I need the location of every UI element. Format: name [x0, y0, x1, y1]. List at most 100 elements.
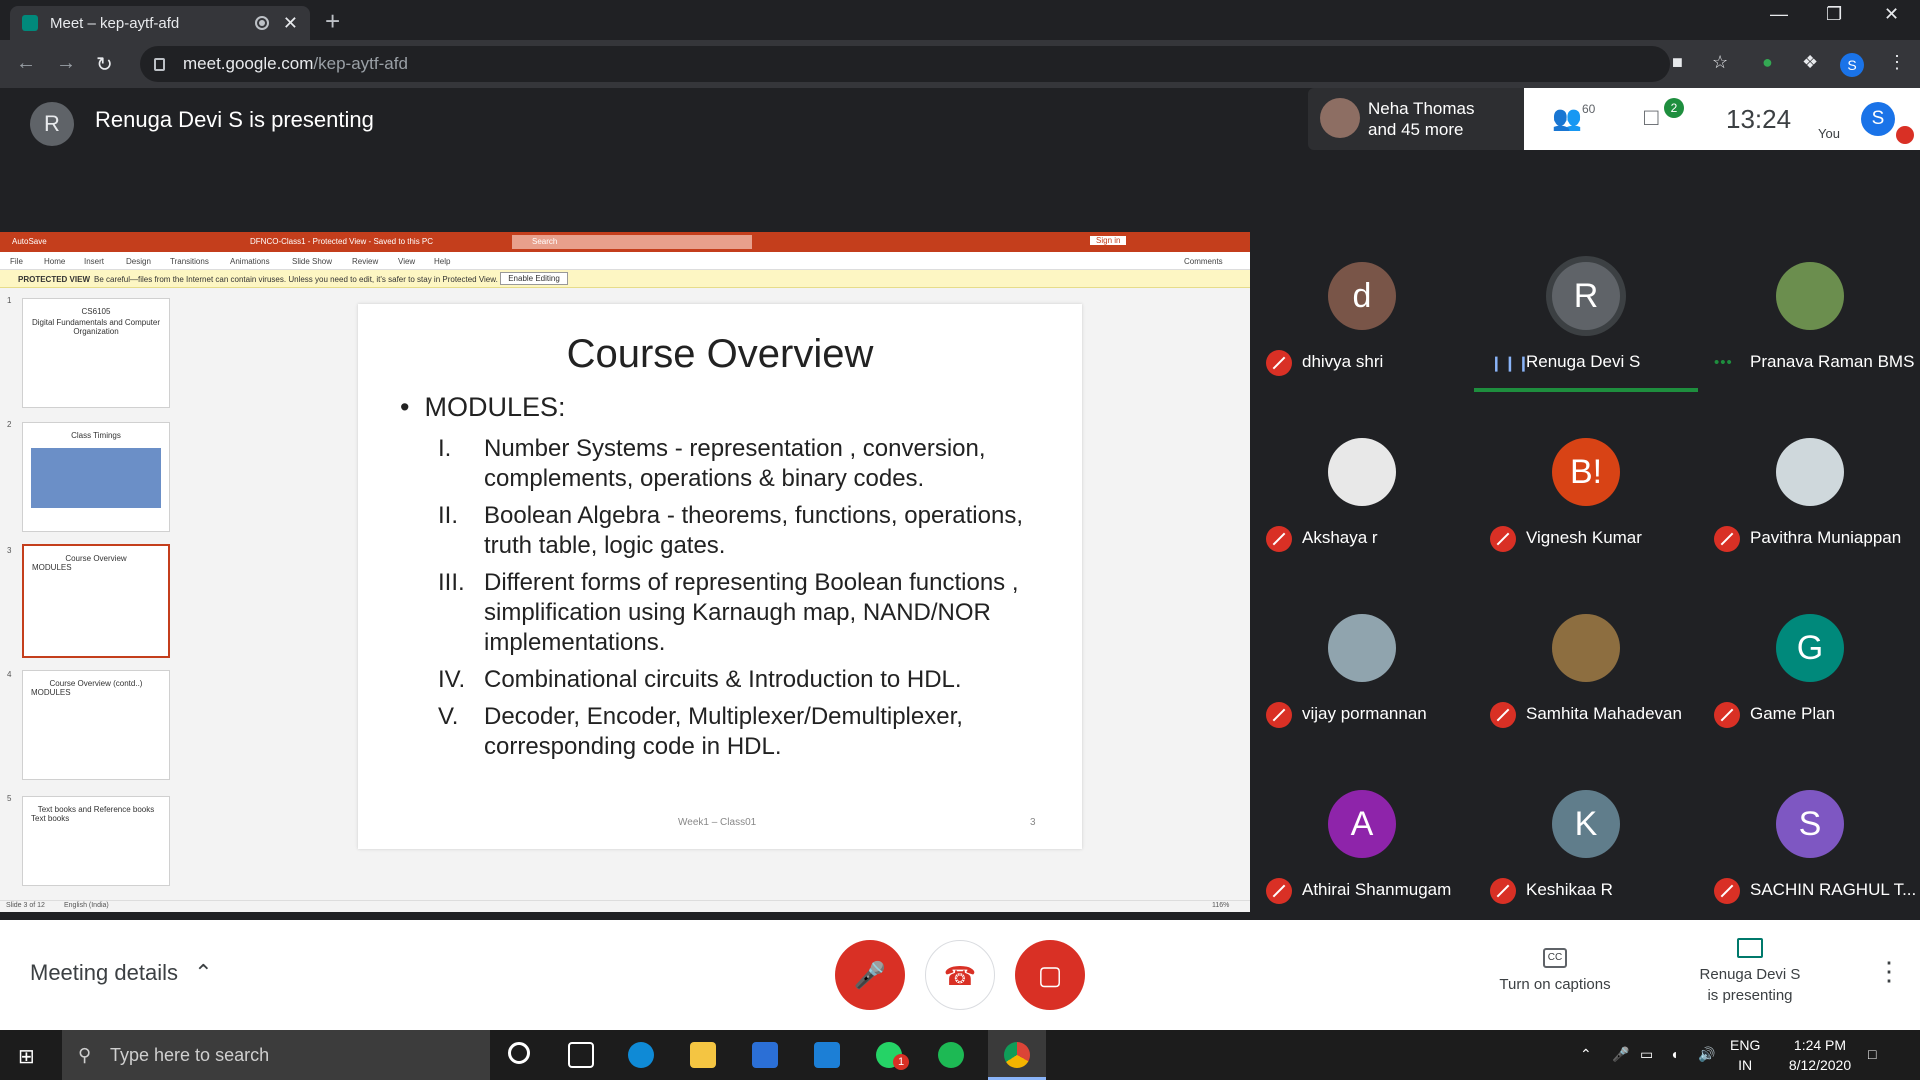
edge-icon[interactable] — [628, 1042, 654, 1068]
participant-tile[interactable]: B! Vignesh Kumar — [1474, 408, 1698, 584]
battery-icon[interactable]: ▭ — [1640, 1044, 1653, 1064]
spotify-icon[interactable] — [938, 1042, 964, 1068]
wifi-icon[interactable]: ◖ — [1670, 1044, 1678, 1064]
participant-name: Pranava Raman BMS — [1750, 352, 1915, 371]
close-window-icon[interactable]: ✕ — [1884, 4, 1899, 25]
participant-tile[interactable]: ••• Pranava Raman BMS — [1698, 232, 1920, 408]
menu-design[interactable]: Design — [126, 257, 151, 266]
participant-avatar — [1552, 614, 1620, 682]
tab-title: Meet – kep-aytf-afd — [50, 14, 180, 32]
leave-call-button[interactable]: ☎ — [925, 940, 995, 1010]
slide-thumb-2[interactable]: Class Timings — [22, 422, 170, 532]
participant-tile[interactable]: K Keshikaa R — [1474, 760, 1698, 936]
chat-icon[interactable]: □ — [1644, 104, 1659, 132]
hangup-icon: ☎ — [943, 961, 977, 991]
self-muted-icon — [1896, 126, 1914, 144]
menu-review[interactable]: Review — [352, 257, 378, 266]
tray-chevron-icon[interactable]: ⌃ — [1580, 1044, 1592, 1064]
extension-icon[interactable]: ● — [1762, 52, 1773, 73]
comments-button[interactable]: Comments — [1184, 257, 1223, 266]
module-item: I. Number Systems - representation , con… — [438, 434, 1038, 494]
captions-button[interactable]: CC Turn on captions — [1480, 948, 1630, 995]
forward-icon[interactable]: → — [56, 52, 76, 75]
self-avatar[interactable]: S — [1861, 102, 1895, 136]
notifications-icon[interactable]: □ — [1868, 1044, 1876, 1064]
taskbar-search[interactable]: ⚲ Type here to search — [62, 1030, 490, 1080]
task-view-icon[interactable] — [568, 1042, 594, 1068]
menu-insert[interactable]: Insert — [84, 257, 104, 266]
muted-mic-icon — [1266, 350, 1292, 376]
participant-tile[interactable]: A Athirai Shanmugam — [1250, 760, 1474, 936]
new-tab-button[interactable]: + — [325, 6, 340, 37]
slide-thumb-5[interactable]: Text books and Reference books Text book… — [22, 796, 170, 886]
thumb-title: Course Overview (contd..) — [49, 679, 143, 688]
menu-home[interactable]: Home — [44, 257, 65, 266]
participant-tile[interactable]: Akshaya r — [1250, 408, 1474, 584]
browser-tab[interactable]: Meet – kep-aytf-afd ✕ — [10, 6, 310, 40]
minimize-icon[interactable]: — — [1770, 4, 1788, 25]
module-item: III. Different forms of representing Bool… — [438, 568, 1038, 658]
back-icon[interactable]: ← — [16, 52, 36, 75]
menu-slideshow[interactable]: Slide Show — [292, 257, 332, 266]
camera-off-button[interactable]: ▢ — [1015, 940, 1085, 1010]
address-bar[interactable]: meet.google.com/kep-aytf-afd — [140, 46, 1670, 82]
participant-tile[interactable]: Pavithra Muniappan — [1698, 408, 1920, 584]
file-explorer-icon[interactable] — [690, 1042, 716, 1068]
participant-avatar: K — [1552, 790, 1620, 858]
slide-thumb-4[interactable]: Course Overview (contd..) MODULES — [22, 670, 170, 780]
reload-icon[interactable]: ↻ — [96, 52, 113, 77]
participant-tile[interactable]: d dhivya shri — [1250, 232, 1474, 408]
browser-menu-icon[interactable]: ⋮ — [1888, 52, 1906, 73]
star-icon[interactable]: ☆ — [1712, 52, 1728, 73]
more-options-icon[interactable]: ⋮ — [1876, 956, 1902, 987]
people-preview[interactable]: Neha Thomas and 45 more — [1308, 88, 1524, 150]
participant-tile[interactable]: G Game Plan — [1698, 584, 1920, 760]
slide-title: Course Overview — [566, 332, 874, 376]
volume-icon[interactable]: 🔊 — [1698, 1044, 1715, 1064]
menu-transitions[interactable]: Transitions — [170, 257, 209, 266]
taskbar-clock[interactable]: 1:24 PM 8/12/2020 — [1775, 1035, 1865, 1075]
slide-thumb-1[interactable]: CS6105 Digital Fundamentals and Computer… — [22, 298, 170, 408]
people-icon[interactable]: 👥 — [1552, 104, 1582, 133]
meeting-details-button[interactable]: Meeting details ⌃ — [30, 960, 213, 986]
muted-mic-icon — [1490, 878, 1516, 904]
sign-in-button[interactable]: Sign in — [1090, 236, 1127, 245]
more-options-icon[interactable]: ••• — [1714, 354, 1733, 371]
puzzle-icon[interactable]: ❖ — [1802, 52, 1818, 73]
participant-name: Keshikaa R — [1526, 880, 1613, 899]
enable-editing-button[interactable]: Enable Editing — [500, 272, 568, 285]
tab-close-icon[interactable]: ✕ — [283, 13, 298, 34]
camera-icon[interactable]: ■ — [1672, 52, 1683, 73]
menu-view[interactable]: View — [398, 257, 415, 266]
participant-tile[interactable]: S SACHIN RAGHUL T... — [1698, 760, 1920, 936]
presenting-button[interactable]: Renuga Devi S is presenting — [1680, 938, 1820, 1006]
chevron-up-icon: ⌃ — [194, 960, 213, 985]
mail-icon[interactable] — [814, 1042, 840, 1068]
participant-avatar: R — [1552, 262, 1620, 330]
participant-tile[interactable]: R ❙❙❙ Renuga Devi S — [1474, 232, 1698, 408]
chrome-taskbar-item[interactable] — [988, 1030, 1046, 1080]
ppt-search[interactable]: Search — [512, 235, 752, 249]
participant-tile[interactable]: vijay pormannan — [1250, 584, 1474, 760]
menu-file[interactable]: File — [10, 257, 23, 266]
menu-help[interactable]: Help — [434, 257, 450, 266]
windows-start-icon[interactable]: ⊞ — [18, 1044, 35, 1069]
menu-animations[interactable]: Animations — [230, 257, 270, 266]
language-indicator[interactable]: ENG IN — [1730, 1035, 1760, 1075]
zoom-level[interactable]: 116% — [1212, 902, 1229, 909]
camera-off-icon: ▢ — [1037, 960, 1063, 990]
slide-page-number: 3 — [1030, 817, 1036, 828]
cortana-icon[interactable] — [508, 1042, 530, 1064]
microphone-tray-icon[interactable]: 🎤 — [1612, 1044, 1629, 1064]
participant-avatar: d — [1328, 262, 1396, 330]
module-item: II. Boolean Algebra - theorems, functions… — [438, 501, 1038, 561]
mic-off-button[interactable]: 🎤 — [835, 940, 905, 1010]
maximize-icon[interactable]: ❐ — [1826, 4, 1842, 25]
participant-avatar: G — [1776, 614, 1844, 682]
slide-thumb-3[interactable]: Course Overview MODULES — [22, 544, 170, 658]
participant-tile[interactable]: Samhita Mahadevan — [1474, 584, 1698, 760]
profile-avatar[interactable]: S — [1840, 53, 1864, 77]
store-icon[interactable] — [752, 1042, 778, 1068]
presenting-title: Renuga Devi S is presenting — [95, 107, 374, 132]
slide-footer: Week1 – Class01 — [678, 817, 757, 828]
